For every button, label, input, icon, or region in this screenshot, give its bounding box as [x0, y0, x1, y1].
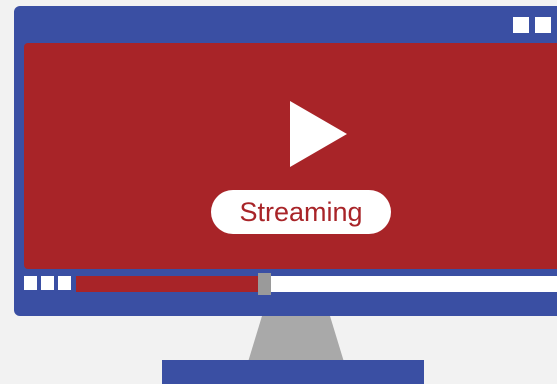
streaming-badge: Streaming [211, 190, 391, 234]
progress-handle[interactable] [258, 273, 271, 295]
progress-bar[interactable] [76, 273, 557, 295]
control-square-icon[interactable] [58, 276, 71, 290]
window-control-icon[interactable] [535, 17, 551, 33]
control-square-icon[interactable] [41, 276, 54, 290]
control-square-icon[interactable] [24, 276, 37, 290]
monitor-stand-base [162, 360, 424, 384]
monitor-frame: Streaming [14, 6, 557, 316]
monitor-stand-neck [248, 316, 344, 362]
player-control-buttons [24, 276, 71, 290]
progress-fill [76, 276, 260, 292]
streaming-illustration: Streaming [0, 0, 557, 384]
video-screen[interactable]: Streaming [24, 43, 557, 269]
window-control-icon[interactable] [513, 17, 529, 33]
window-controls [513, 17, 557, 33]
player-controls [24, 273, 557, 296]
play-icon[interactable] [290, 101, 347, 167]
